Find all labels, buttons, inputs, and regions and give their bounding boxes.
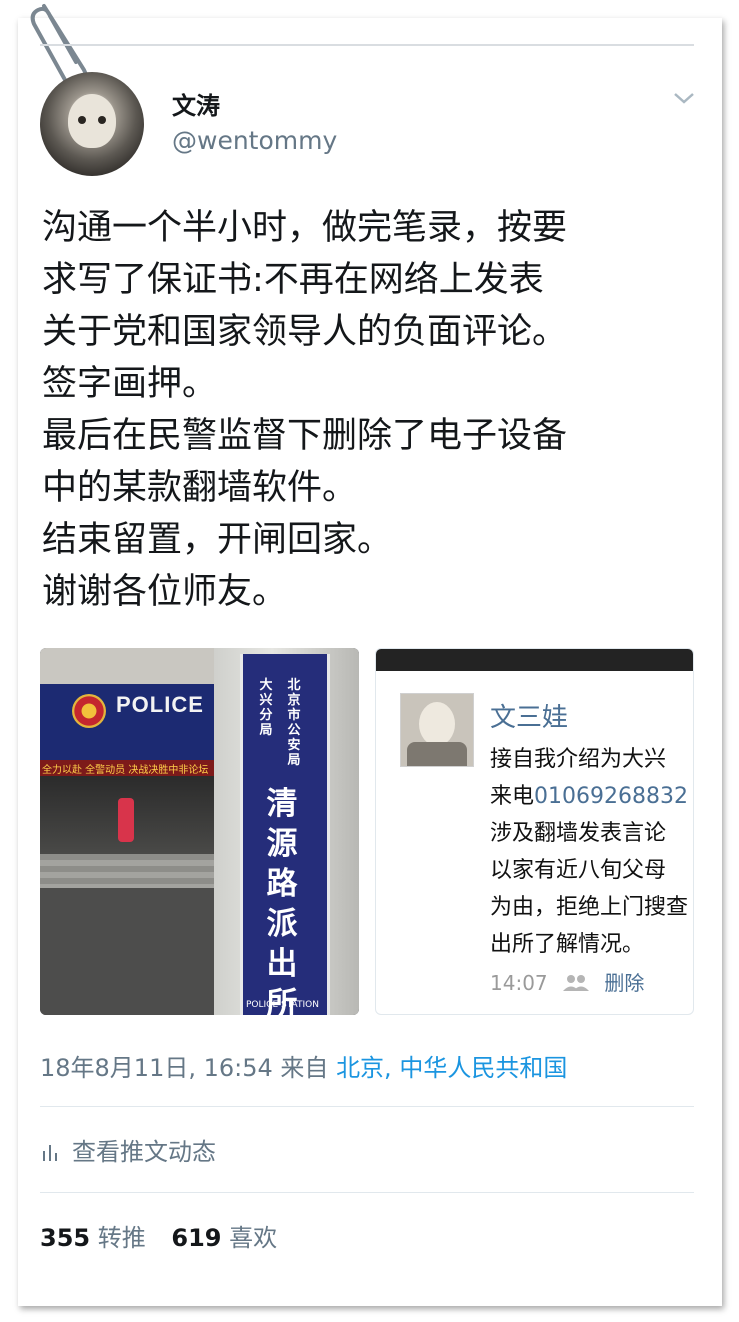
screenshot-line: 来电01069268832: [490, 784, 688, 809]
bar-chart-icon: [43, 1145, 57, 1161]
screenshot-line: 接自我介绍为大兴: [490, 747, 667, 772]
sign-small-text: 北京市公安局: [287, 678, 301, 768]
tweet-line: 沟通一个半小时，做完笔录，按要: [42, 208, 568, 248]
tweet-line: 求写了保证书:不再在网络上发表: [42, 260, 544, 300]
tweet-line: 谢谢各位师友。: [42, 572, 288, 612]
media-photo-police-station[interactable]: POLICE 全力以赴 全警动员 决战决胜中非论坛 北京市公安局 大兴分局 清源…: [40, 648, 359, 1015]
person-figure: [118, 798, 134, 842]
tweet-stats: 355 转推 619 喜欢: [40, 1218, 277, 1253]
red-banner-text: 全力以赴 全警动员 决战决胜中非论坛: [42, 765, 209, 776]
user-handle[interactable]: @wentommy: [172, 126, 337, 155]
tweet-line: 签字画押。: [42, 364, 218, 404]
sign-bottom-text: POLICE STATION: [246, 1000, 319, 1010]
activity-label: 查看推文动态: [72, 1138, 216, 1166]
divider: [40, 44, 694, 46]
screenshot-avatar: [400, 693, 474, 767]
screenshot-time: 14:07: [490, 971, 548, 995]
tweet-activity-link[interactable]: 查看推文动态: [40, 1132, 216, 1167]
screenshot-name: 文三娃: [490, 703, 569, 733]
user-name[interactable]: 文涛: [172, 86, 220, 121]
screenshot-line: 为由，拒绝上门搜查: [490, 895, 689, 920]
screenshot-line: 涉及翻墙发表言论: [490, 821, 667, 846]
tweet-line: 最后在民警监督下删除了电子设备: [42, 416, 568, 456]
tweet-line: 中的某款翻墙软件。: [42, 468, 358, 508]
tweet-datetime[interactable]: 18年8月11日, 16:54: [40, 1054, 273, 1082]
likes-stat[interactable]: 619 喜欢: [171, 1224, 277, 1252]
tweet-line: 结束留置，开闸回家。: [42, 520, 393, 560]
screenshot-text: 接自我介绍为大兴 来电01069268832 涉及翻墙发表言论 以家有近八旬父母…: [490, 741, 693, 963]
tweet-text: 沟通一个半小时，做完笔录，按要 求写了保证书:不再在网络上发表 关于党和国家领导…: [42, 202, 702, 618]
media-photo-screenshot[interactable]: 文三娃 接自我介绍为大兴 来电01069268832 涉及翻墙发表言论 以家有近…: [375, 648, 694, 1015]
like-count: 619: [171, 1224, 222, 1252]
retweets-stat[interactable]: 355 转推: [40, 1224, 146, 1252]
divider: [40, 1192, 694, 1193]
divider: [40, 1106, 694, 1107]
screenshot-line: 以家有近八旬父母: [490, 858, 667, 883]
police-banner-text: POLICE: [116, 692, 204, 717]
sign-small-text: 大兴分局: [259, 678, 273, 738]
location-link[interactable]: 北京, 中华人民共和国: [336, 1054, 567, 1082]
tweet-meta: 18年8月11日, 16:54 来自 北京, 中华人民共和国: [40, 1048, 567, 1083]
people-icon: [563, 975, 589, 991]
screenshot-delete: 删除: [604, 971, 645, 995]
sign-big-text: 清源路派出所: [266, 786, 298, 1015]
avatar[interactable]: [40, 72, 144, 176]
chevron-down-icon[interactable]: [672, 88, 696, 108]
screenshot-footer: 14:07 删除: [490, 967, 644, 996]
police-emblem-icon: [72, 694, 106, 728]
tweet-line: 关于党和国家领导人的负面评论。: [42, 312, 568, 352]
retweet-count: 355: [40, 1224, 91, 1252]
source-label: 来自: [280, 1054, 329, 1082]
screenshot-line: 出所了解情况。: [490, 932, 645, 957]
